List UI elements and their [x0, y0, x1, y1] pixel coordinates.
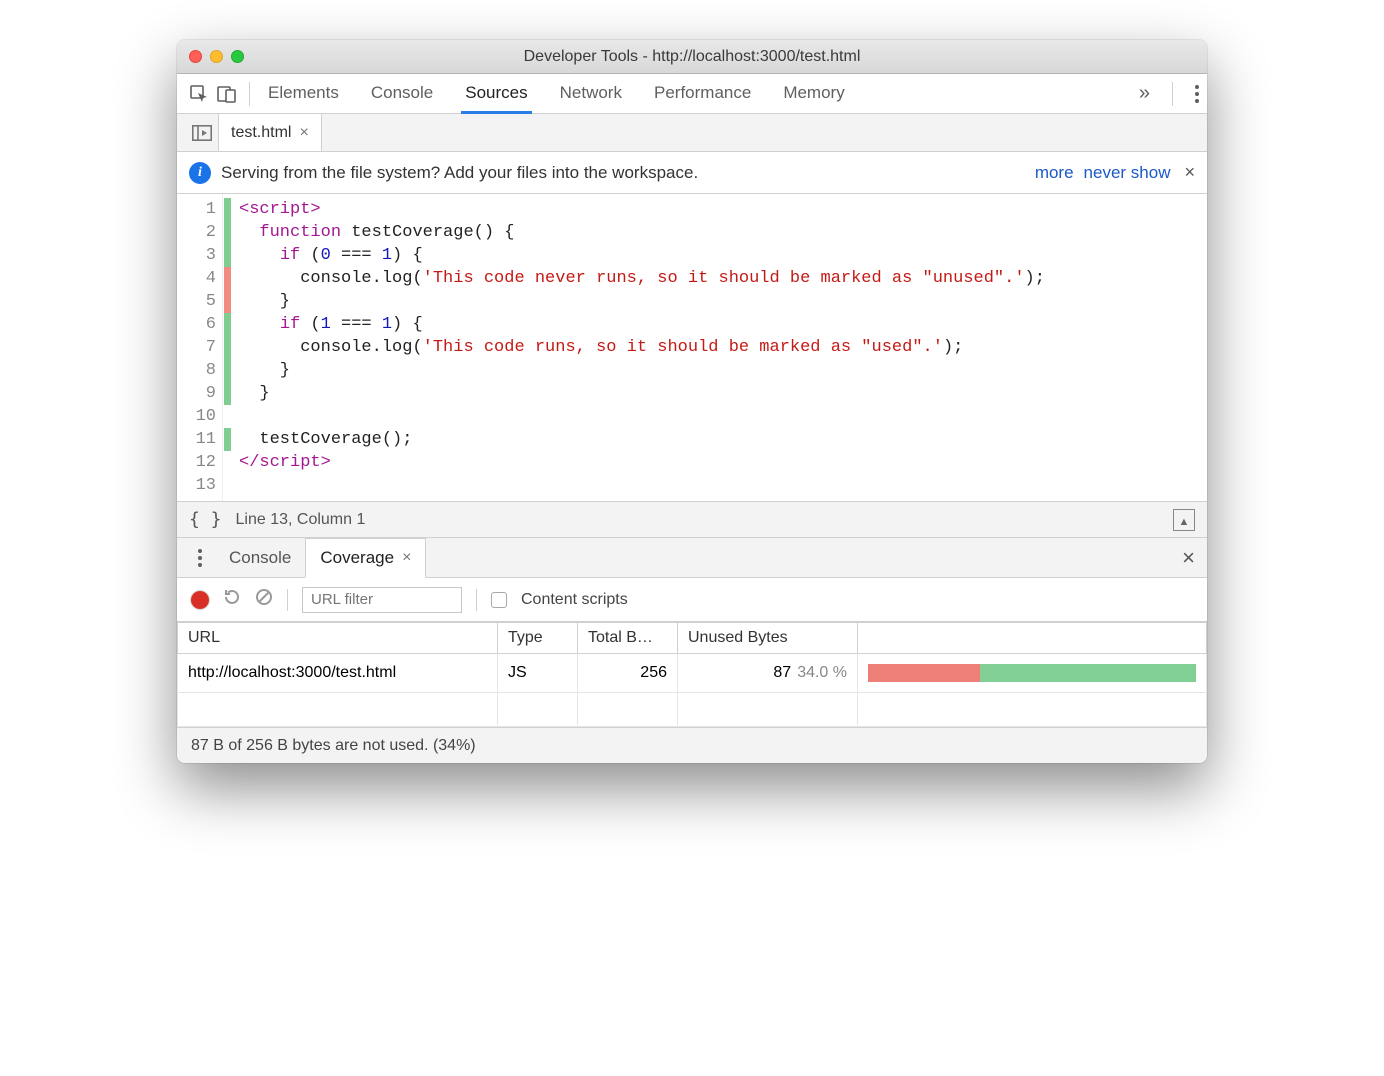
separator — [249, 82, 250, 106]
line-number-gutter: 12345678910111213 — [177, 194, 223, 501]
devtools-window: Developer Tools - http://localhost:3000/… — [177, 40, 1207, 763]
cell-type: JS — [498, 654, 578, 693]
drawer-menu-icon[interactable] — [185, 538, 215, 577]
url-filter-input[interactable] — [302, 587, 462, 613]
drawer-tab-label: Console — [229, 548, 291, 568]
drawer-close-icon[interactable]: × — [1182, 545, 1195, 571]
table-row — [178, 693, 1207, 727]
table-header-row: URL Type Total B… Unused Bytes — [178, 623, 1207, 654]
code-content[interactable]: <script> function testCoverage() { if (0… — [233, 194, 1207, 501]
infobar-text: Serving from the file system? Add your f… — [221, 163, 698, 183]
separator — [287, 589, 288, 611]
tab-performance[interactable]: Performance — [650, 83, 755, 114]
coverage-toolbar: Content scripts — [177, 578, 1207, 622]
table-row[interactable]: http://localhost:3000/test.htmlJS2568734… — [178, 654, 1207, 693]
kebab-menu-icon[interactable] — [1195, 85, 1199, 103]
separator — [1172, 82, 1173, 106]
reload-icon[interactable] — [223, 588, 241, 611]
cell-url: http://localhost:3000/test.html — [178, 654, 498, 693]
clear-icon[interactable] — [255, 588, 273, 611]
cursor-position: Line 13, Column 1 — [236, 511, 366, 529]
show-navigator-icon[interactable] — [1173, 509, 1195, 531]
zoom-window-button[interactable] — [231, 50, 244, 63]
close-window-button[interactable] — [189, 50, 202, 63]
coverage-statusbar: 87 B of 256 B bytes are not used. (34%) — [177, 727, 1207, 763]
window-controls — [189, 50, 244, 63]
close-tab-icon[interactable]: × — [299, 124, 308, 142]
file-tab-label: test.html — [231, 124, 291, 142]
window-title: Developer Tools - http://localhost:3000/… — [177, 48, 1207, 66]
cell-unused: 8734.0 % — [678, 654, 858, 693]
drawer-tab-coverage[interactable]: Coverage × — [305, 538, 426, 578]
record-button[interactable] — [191, 591, 209, 609]
editor-statusbar: { } Line 13, Column 1 — [177, 502, 1207, 538]
drawer-tabbar: Console Coverage × × — [177, 538, 1207, 578]
tabs-overflow-icon[interactable]: » — [1139, 82, 1150, 105]
inspect-element-icon[interactable] — [185, 80, 213, 108]
frames-icon[interactable] — [185, 114, 219, 151]
content-scripts-label: Content scripts — [521, 591, 628, 609]
infobar-close-icon[interactable]: × — [1184, 162, 1195, 183]
minimize-window-button[interactable] — [210, 50, 223, 63]
tab-sources[interactable]: Sources — [461, 83, 531, 114]
cell-total: 256 — [578, 654, 678, 693]
tab-elements[interactable]: Elements — [264, 83, 343, 114]
cell-bar — [858, 654, 1207, 693]
col-bar — [858, 623, 1207, 654]
separator — [476, 589, 477, 611]
close-tab-icon[interactable]: × — [402, 549, 411, 567]
main-tabbar: Elements Console Sources Network Performance… — [177, 74, 1207, 114]
source-editor[interactable]: 12345678910111213 <script> function test… — [177, 194, 1207, 502]
col-type[interactable]: Type — [498, 623, 578, 654]
col-url[interactable]: URL — [178, 623, 498, 654]
file-tab-test-html[interactable]: test.html × — [219, 114, 322, 151]
infobar-never-show-link[interactable]: never show — [1084, 163, 1171, 183]
coverage-table: URL Type Total B… Unused Bytes http://lo… — [177, 622, 1207, 727]
file-tabbar: test.html × — [177, 114, 1207, 152]
tab-memory[interactable]: Memory — [779, 83, 848, 114]
content-scripts-checkbox[interactable] — [491, 592, 507, 608]
coverage-summary: 87 B of 256 B bytes are not used. (34%) — [191, 737, 476, 755]
col-total[interactable]: Total B… — [578, 623, 678, 654]
drawer-tab-label: Coverage — [320, 548, 394, 568]
coverage-gutter — [223, 194, 233, 501]
tab-console[interactable]: Console — [367, 83, 437, 114]
workspace-infobar: i Serving from the file system? Add your… — [177, 152, 1207, 194]
infobar-more-link[interactable]: more — [1035, 163, 1074, 183]
info-icon: i — [189, 162, 211, 184]
drawer-tab-console[interactable]: Console — [215, 538, 305, 577]
tab-network[interactable]: Network — [556, 83, 626, 114]
titlebar: Developer Tools - http://localhost:3000/… — [177, 40, 1207, 74]
pretty-print-icon[interactable]: { } — [189, 509, 222, 530]
device-toolbar-icon[interactable] — [213, 80, 241, 108]
col-unused[interactable]: Unused Bytes — [678, 623, 858, 654]
